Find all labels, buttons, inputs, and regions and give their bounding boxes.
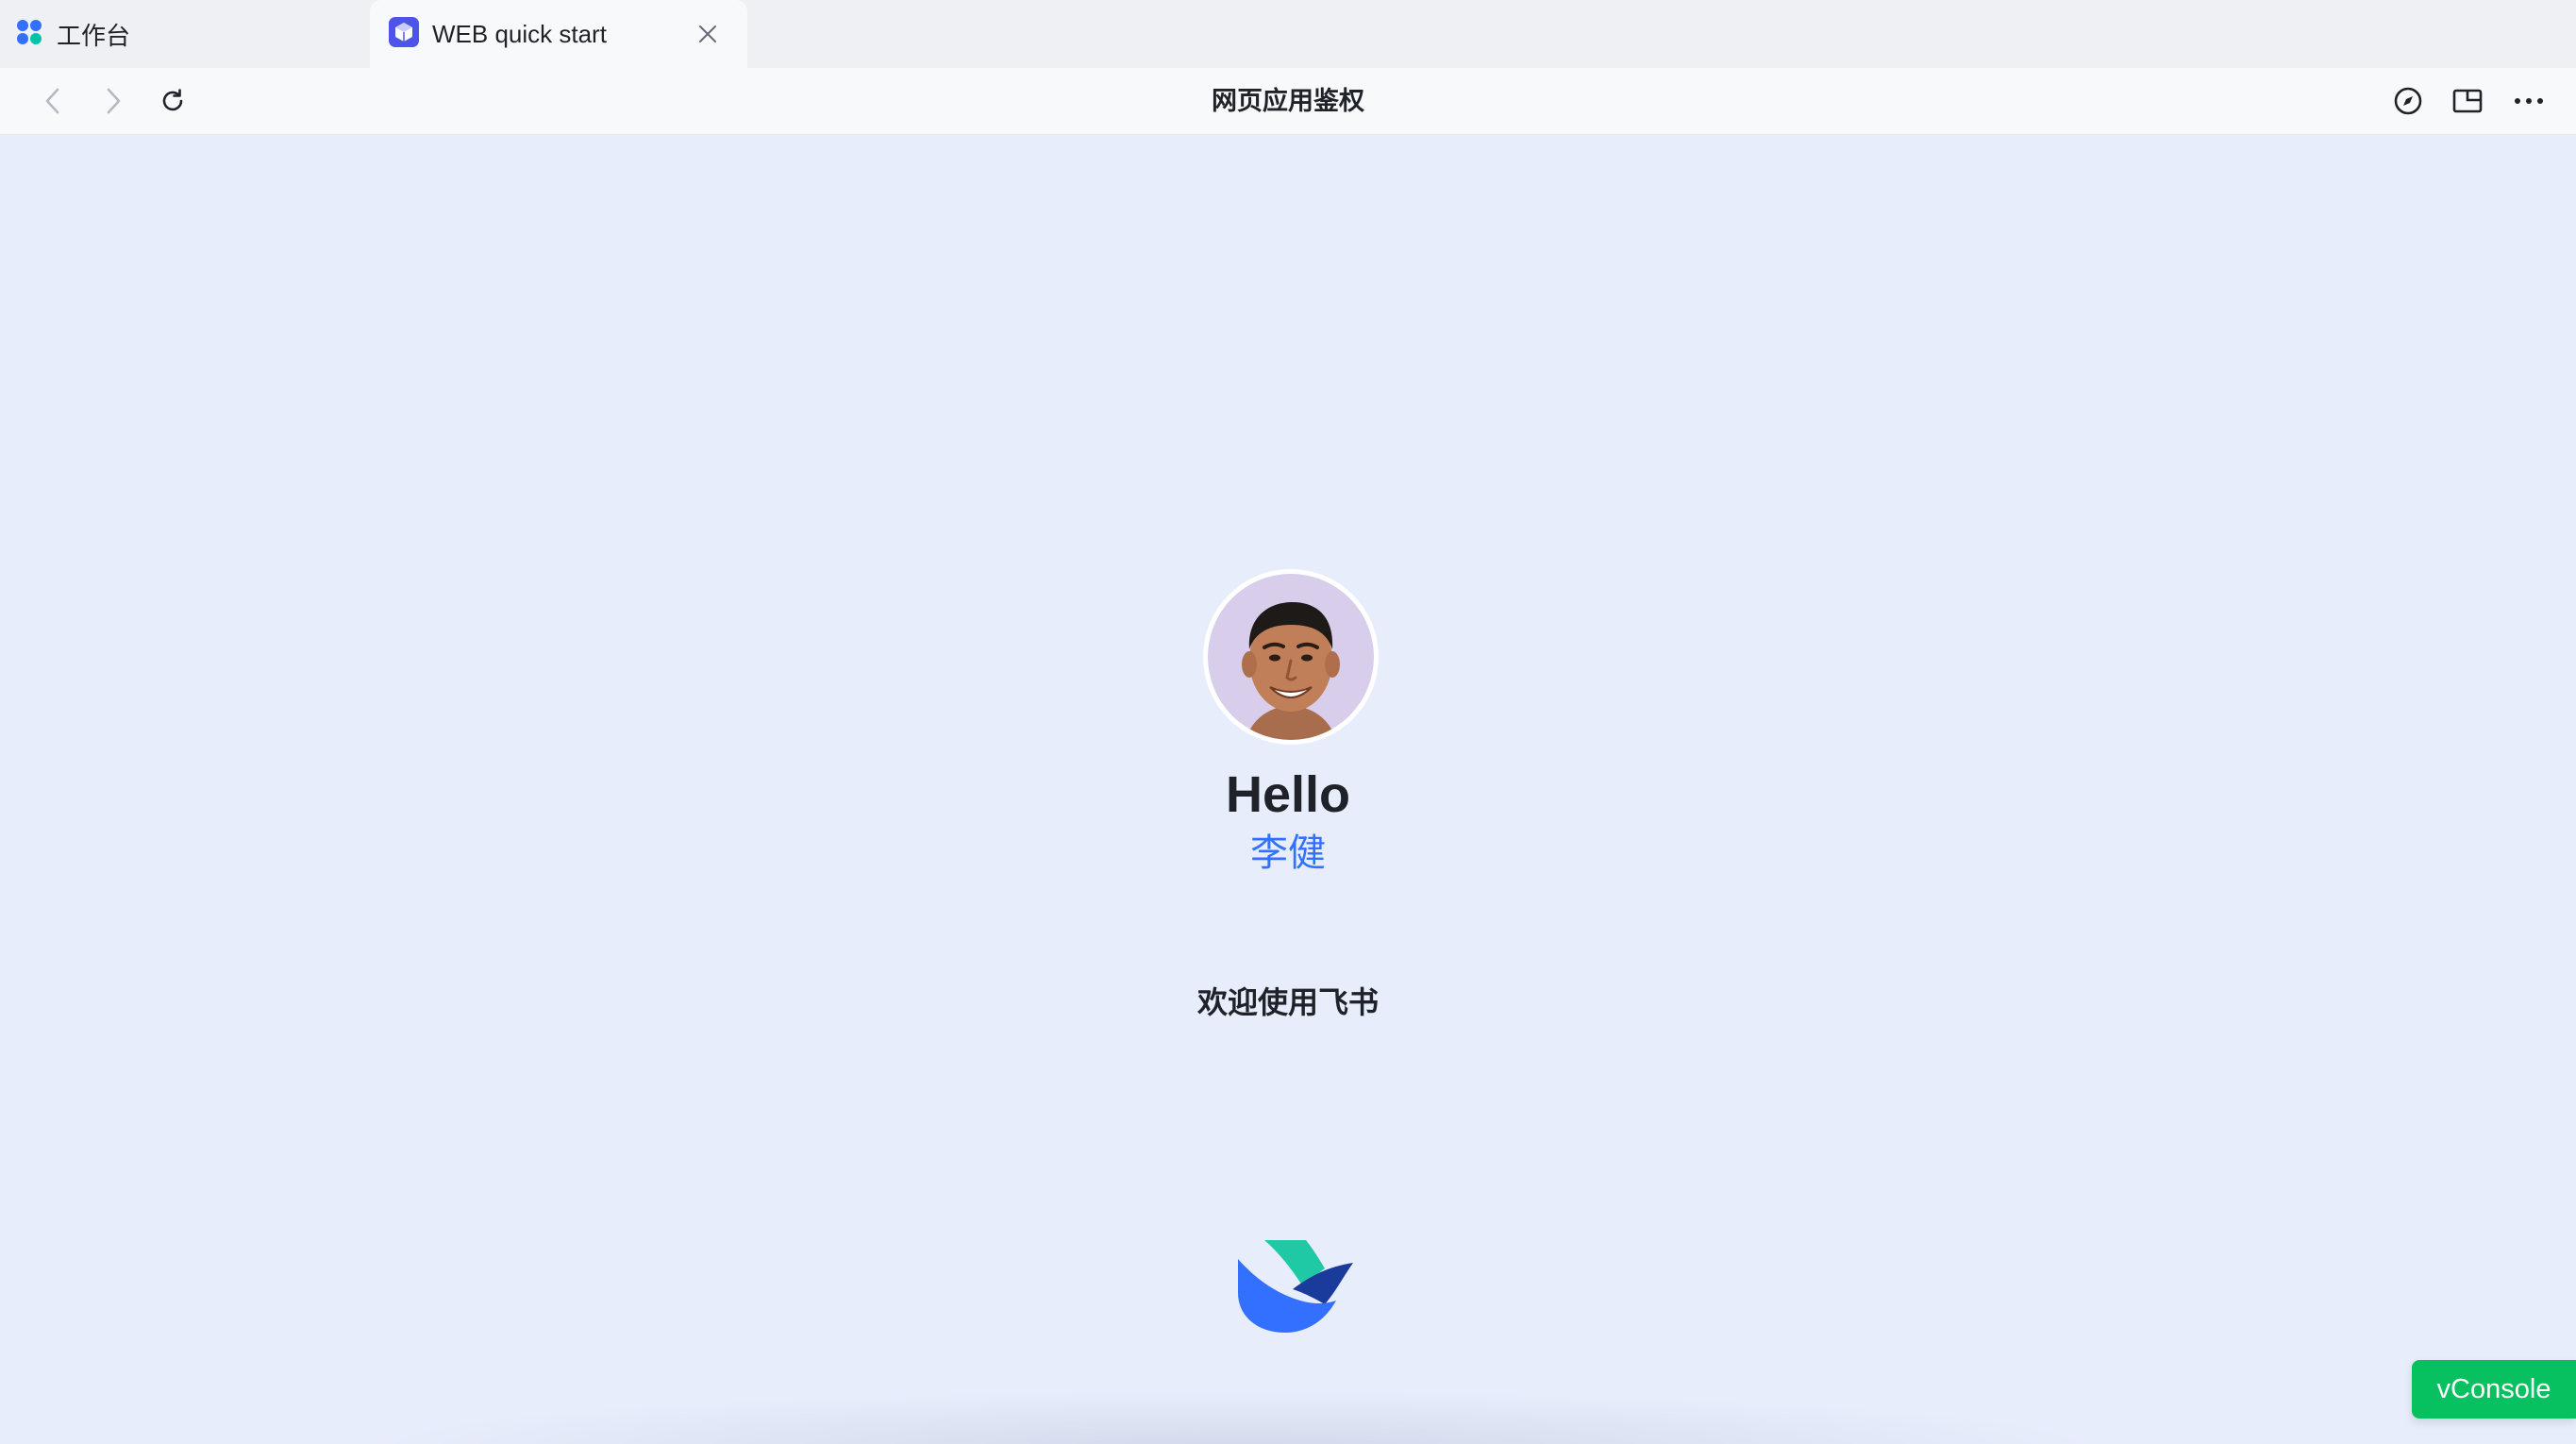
welcome-text: 欢迎使用飞书 [1196, 985, 1379, 1019]
greeting-heading: Hello [1225, 766, 1351, 823]
app-cube-icon [389, 16, 419, 52]
apps-grid-icon [15, 18, 43, 51]
more-icon[interactable] [2508, 80, 2550, 122]
app-window: 工作台 WEB quick start 网页应用鉴权 Hello 李健 欢迎使用… [0, 0, 2576, 1444]
tab-label: WEB quick start [432, 19, 607, 48]
tab-workbench[interactable]: 工作台 [0, 0, 368, 68]
web-content: Hello 李健 欢迎使用飞书 [0, 135, 2576, 1444]
user-name: 李健 [1250, 832, 1326, 874]
close-icon[interactable] [691, 17, 725, 51]
vconsole-button[interactable]: vConsole [2412, 1360, 2576, 1419]
window-split-icon[interactable] [2447, 80, 2488, 122]
tab-bar: 工作台 WEB quick start [0, 0, 2576, 69]
tab-web-quick-start[interactable]: WEB quick start [370, 0, 747, 68]
feishu-logo [1234, 1233, 1357, 1336]
page-title: 网页应用鉴权 [1212, 87, 1364, 115]
avatar [1203, 569, 1379, 745]
navigation-bar: 网页应用鉴权 [0, 68, 2576, 135]
compass-icon[interactable] [2387, 80, 2429, 122]
bottom-shadow [359, 1390, 2114, 1444]
tab-label: 工作台 [57, 21, 131, 50]
user-avatar-image [1208, 574, 1374, 740]
